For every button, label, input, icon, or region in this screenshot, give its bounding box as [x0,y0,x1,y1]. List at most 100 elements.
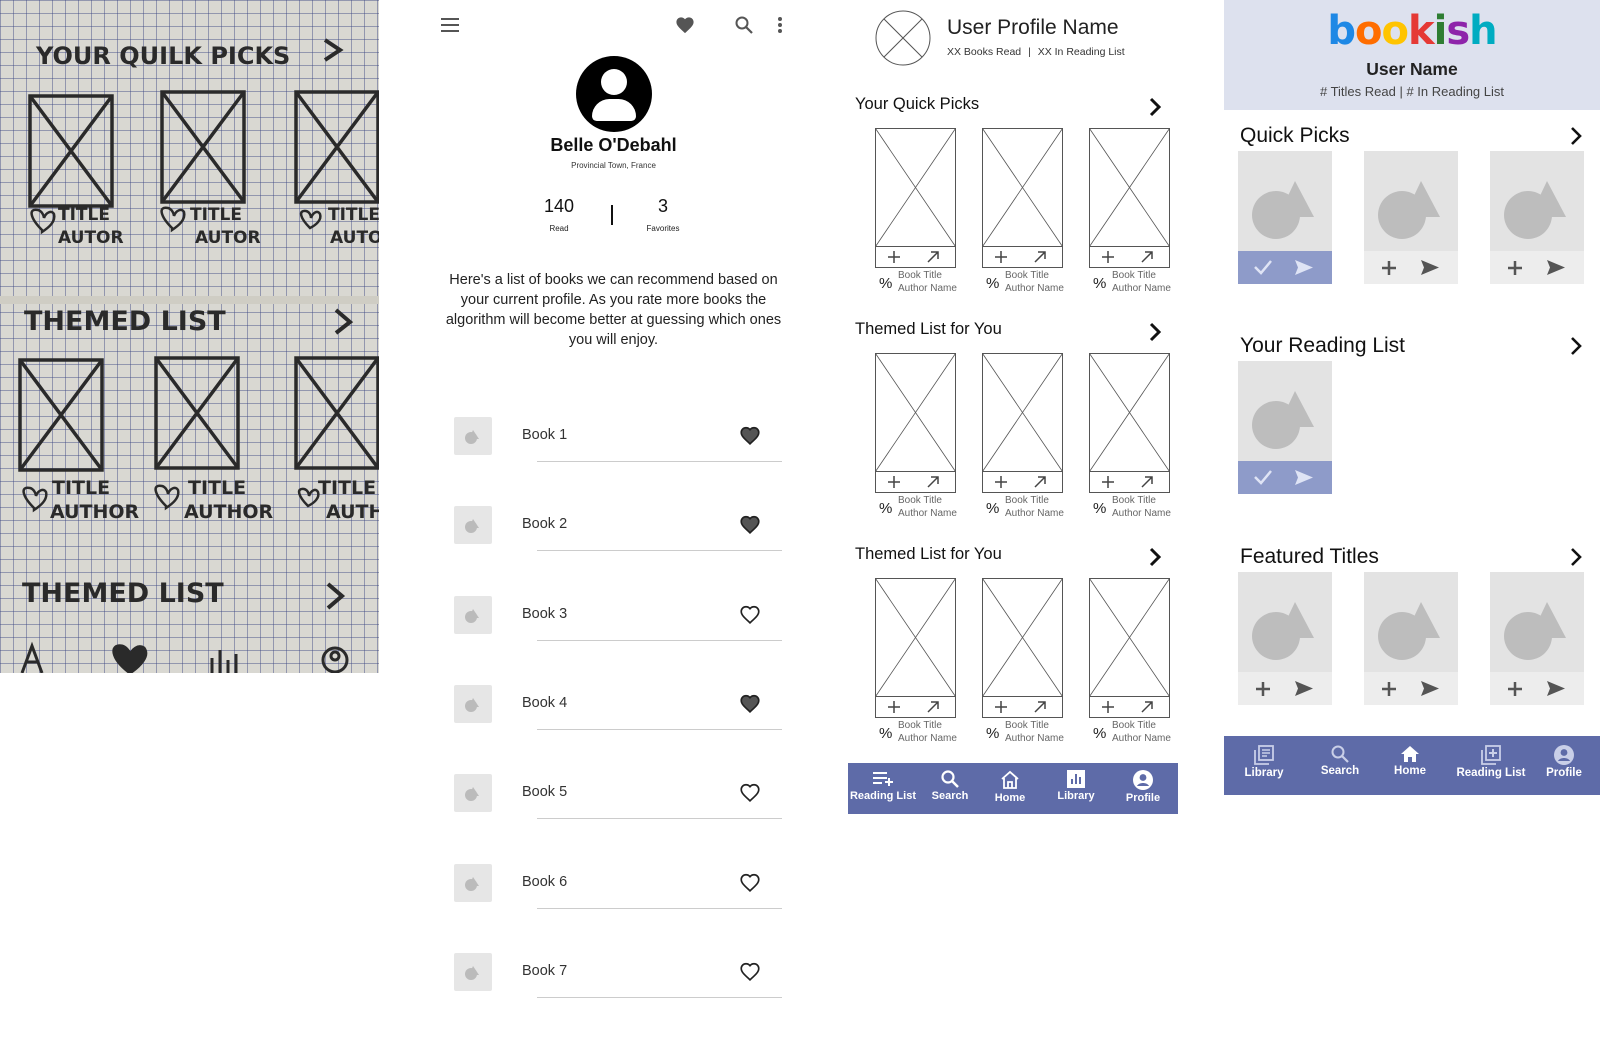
nav-library[interactable]: Library [1232,736,1296,795]
heart-filled-icon[interactable] [740,515,760,539]
book-card[interactable] [1364,151,1458,284]
nav-label: Library [1057,790,1095,802]
chevron-right-icon[interactable] [1569,126,1583,151]
section-title: Featured Titles [1240,545,1379,568]
nav-search[interactable]: Search [1308,736,1372,795]
book-card[interactable]: % Book Title Author Name [875,128,957,300]
send-icon[interactable] [1420,259,1440,276]
book-author: Author Name [1112,732,1171,744]
add-icon[interactable] [1506,680,1524,698]
profile-placeholder-avatar[interactable] [875,10,931,66]
books-read-count: XX Books Read [947,46,1022,58]
book-card[interactable]: % Book Title Author Name [1089,128,1171,300]
book-card[interactable]: % Book Title Author Name [1089,353,1171,525]
nav-profile[interactable]: Profile [1112,763,1174,814]
send-icon[interactable] [1546,259,1566,276]
book-list-item[interactable]: Book 2 [425,506,802,596]
profile-avatar [576,56,652,132]
add-icon[interactable] [1506,259,1524,277]
profile-screen: Belle O'Debahl Provincial Town, France 1… [425,0,815,1051]
heart-outline-icon[interactable] [740,605,760,629]
chevron-right-icon[interactable] [1148,97,1162,122]
heart-outline-icon[interactable] [740,783,760,807]
book-list-item[interactable]: Book 4 [425,684,802,775]
nav-label: Library [1244,767,1284,779]
favorites-heart-icon[interactable] [675,16,695,34]
add-icon[interactable] [1380,259,1398,277]
book-author: Author Name [1005,507,1064,519]
check-icon[interactable] [1253,259,1273,275]
nav-library[interactable]: Library [1044,763,1108,814]
heart-outline-icon[interactable] [740,962,760,986]
bookish-screen: bookish User Name # Titles Read | # In R… [1224,0,1600,800]
card-actions [1490,251,1584,284]
send-icon[interactable] [1420,680,1440,697]
book-list-item[interactable]: Book 1 [425,417,802,507]
bottom-navigation: Reading List Search Home Library Profile [848,763,1178,814]
section-title: Quick Picks [1240,124,1350,147]
book-title: Book Title [1112,720,1156,731]
book-list-item[interactable]: Book 5 [425,774,802,864]
book-cover-placeholder [982,578,1063,718]
book-title: Book Title [1005,495,1049,506]
book-card[interactable]: % Book Title Author Name [982,128,1064,300]
nav-home[interactable]: Home [982,763,1038,814]
search-icon [941,770,959,788]
heart-filled-icon[interactable] [740,426,760,450]
more-options-icon[interactable] [777,16,783,34]
book-cover-placeholder [1089,578,1170,718]
book-list-item[interactable]: Book 7 [425,952,802,1043]
heart-outline-icon[interactable] [740,873,760,897]
add-icon[interactable] [1380,680,1398,698]
send-icon[interactable] [1294,469,1314,486]
send-icon[interactable] [1294,259,1314,276]
sketch-caption-author: AUTOR [58,228,124,248]
book-meta: Book Title Author Name [1112,495,1171,520]
book-cover-placeholder [982,128,1063,268]
bottom-navigation: Library Search Home Reading List Profile [1224,736,1600,795]
book-card[interactable]: % Book Title Author Name [1089,578,1171,750]
heart-filled-icon[interactable] [740,694,760,718]
send-icon[interactable] [1546,680,1566,697]
chevron-right-icon[interactable] [1569,336,1583,361]
book-card[interactable] [1238,572,1332,705]
book-card[interactable] [1364,572,1458,705]
book-thumbnail [454,506,492,545]
book-title: Book 2 [522,516,568,533]
book-title: Book 3 [522,605,568,622]
nav-search[interactable]: Search [920,763,980,814]
add-icon[interactable] [1254,680,1272,698]
book-card[interactable] [1238,361,1332,494]
book-thumbnail [454,774,492,813]
book-thumbnail [454,417,492,455]
menu-icon[interactable] [441,18,459,32]
sketch-caption-title: TITLE [52,477,110,499]
chevron-right-icon[interactable] [1148,322,1162,347]
match-percent: % [986,725,1000,742]
book-card[interactable]: % Book Title Author Name [875,578,957,750]
book-card[interactable]: % Book Title Author Name [982,578,1064,750]
card-actions [1364,672,1458,705]
book-thumbnail [454,684,492,723]
book-card[interactable] [1490,151,1584,284]
check-icon[interactable] [1253,469,1273,485]
search-icon[interactable] [735,16,753,34]
nav-home[interactable]: Home [1380,736,1440,795]
chevron-right-icon[interactable] [1569,547,1583,572]
book-title: Book Title [1112,270,1156,281]
book-card[interactable] [1490,572,1584,705]
chevron-right-icon[interactable] [1148,547,1162,572]
book-meta: Book Title Author Name [1112,270,1171,295]
sketch-section-title: YOUR QUILK PICKS [35,42,290,70]
nav-reading-list[interactable]: Reading List [848,763,918,814]
book-card[interactable]: % Book Title Author Name [982,353,1064,525]
nav-profile[interactable]: Profile [1534,736,1594,795]
book-list-item[interactable]: Book 6 [425,863,802,954]
card-actions [1364,251,1458,284]
match-percent: % [986,275,1000,292]
book-list-item[interactable]: Book 3 [425,595,802,686]
book-card[interactable]: % Book Title Author Name [875,353,957,525]
book-card[interactable] [1238,151,1332,284]
send-icon[interactable] [1294,680,1314,697]
nav-reading-list[interactable]: Reading List [1450,736,1532,795]
